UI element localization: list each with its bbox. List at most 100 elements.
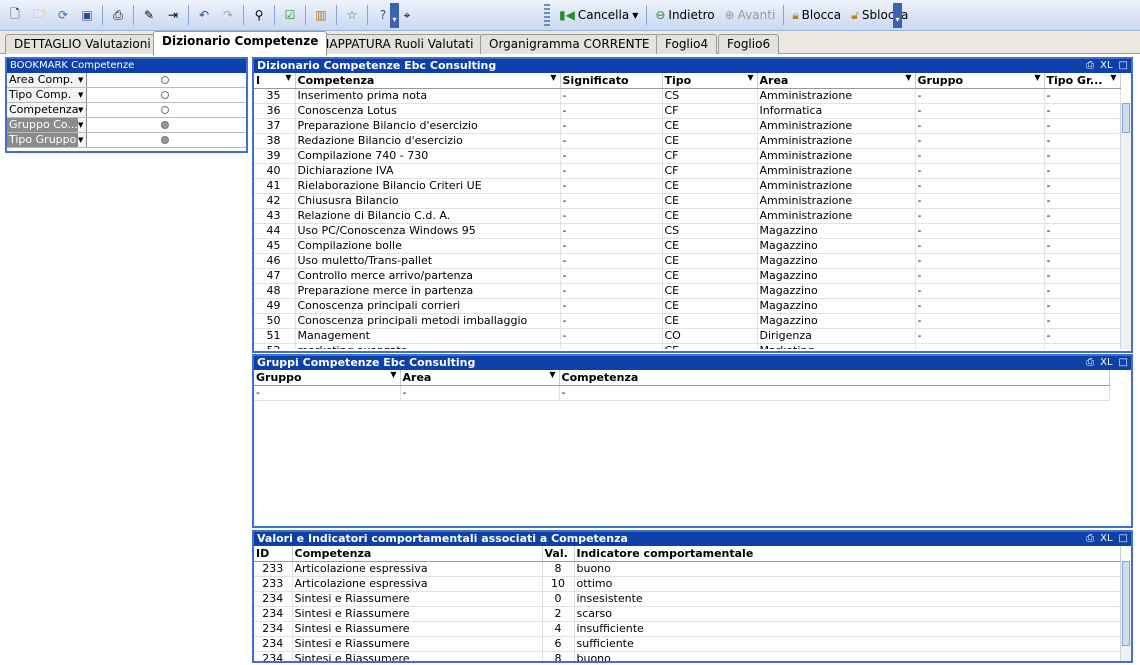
table-row[interactable]: 47 Controllo merce arrivo/partenza - CE Maga… bbox=[254, 268, 1121, 284]
sort-dropdown-icon[interactable]: ▼ bbox=[549, 370, 555, 379]
radio-icon[interactable] bbox=[161, 121, 169, 129]
chart-icon[interactable]: ▥ bbox=[310, 4, 332, 26]
export-xl-button[interactable]: XL bbox=[1100, 356, 1112, 370]
column-header[interactable]: Gruppo ▼ bbox=[254, 370, 401, 386]
reload-icon[interactable]: ⟳ bbox=[52, 4, 74, 26]
search-icon[interactable]: ⚲ bbox=[248, 4, 270, 26]
maximize-icon[interactable]: □ bbox=[1119, 532, 1128, 546]
column-header[interactable]: Tipo ▼ bbox=[662, 73, 758, 89]
scrollbar-thumb[interactable] bbox=[1122, 561, 1130, 646]
save-icon[interactable]: ▣ bbox=[76, 4, 98, 26]
back-button[interactable]: ⊖ Indietro bbox=[651, 4, 718, 26]
listbox-value[interactable] bbox=[87, 103, 246, 117]
print-icon[interactable]: ⎙ bbox=[1086, 59, 1094, 73]
check-icon[interactable]: ☑ bbox=[279, 4, 301, 26]
listbox-label[interactable]: Tipo Comp. ▼ bbox=[7, 88, 87, 102]
scrollbar-thumb[interactable] bbox=[1122, 103, 1130, 133]
table-row[interactable]: 36 Conoscenza Lotus - CF Informatica - - bbox=[254, 103, 1121, 119]
print-icon[interactable]: ⎙ bbox=[107, 4, 129, 26]
tab-organigramma[interactable]: Organigramma CORRENTE bbox=[480, 34, 659, 54]
tab-dettaglio-valutazioni[interactable]: DETTAGLIO Valutazioni bbox=[5, 34, 160, 54]
maximize-icon[interactable]: □ bbox=[1119, 59, 1128, 73]
table-row[interactable]: 44 Uso PC/Conoscenza Windows 95- CS Magazzi… bbox=[254, 223, 1121, 239]
chevron-down-icon[interactable]: ▼ bbox=[78, 103, 86, 117]
redo-icon[interactable]: ↷ bbox=[217, 4, 239, 26]
clear-button[interactable]: ▮◀ Cancella ▼ bbox=[555, 4, 642, 26]
table-row[interactable]: 234 Sintesi e Riassumere 0 insesistente bbox=[254, 591, 1121, 607]
table-row[interactable]: 234 Sintesi e Riassumere 4 insufficiente bbox=[254, 621, 1121, 637]
chevron-down-icon[interactable]: ▼ bbox=[78, 118, 86, 132]
listbox-value[interactable] bbox=[87, 73, 246, 87]
edit-icon[interactable]: ✎ bbox=[138, 4, 160, 26]
table-row[interactable]: --- bbox=[254, 385, 1110, 401]
listbox-label[interactable]: Gruppo Co... ▼ bbox=[7, 118, 87, 132]
valori-scrollbar[interactable] bbox=[1120, 561, 1131, 661]
table-row[interactable]: 43 Relazione di Bilancio C.d. A. - CE Ammini… bbox=[254, 208, 1121, 224]
sort-dropdown-icon[interactable]: ▼ bbox=[285, 73, 291, 82]
bookmark-row[interactable]: Gruppo Co... ▼ bbox=[7, 118, 246, 133]
sort-dropdown-icon[interactable]: ▼ bbox=[550, 73, 556, 82]
table-row[interactable]: 234 Sintesi e Riassumere 8 buono bbox=[254, 651, 1121, 661]
dizionario-scrollbar[interactable] bbox=[1120, 103, 1131, 349]
toolbar-overflow-button[interactable]: ▾ bbox=[893, 3, 902, 28]
forward-button[interactable]: ⊕ Avanti bbox=[721, 4, 780, 26]
column-header[interactable]: Area ▼ bbox=[757, 73, 916, 89]
table-row[interactable]: 234 Sintesi e Riassumere 2 scarso bbox=[254, 606, 1121, 622]
radio-icon[interactable] bbox=[161, 76, 169, 84]
sort-dropdown-icon[interactable]: ▼ bbox=[1034, 73, 1040, 82]
print-icon[interactable]: ⎙ bbox=[1086, 532, 1094, 546]
listbox-label[interactable]: Competenza ▼ bbox=[7, 103, 87, 117]
column-header[interactable]: Gruppo ▼ bbox=[915, 73, 1045, 89]
chevron-down-icon[interactable]: ▼ bbox=[78, 88, 86, 102]
table-row[interactable]: 49 Conoscenza principali corrieri - CE Magaz… bbox=[254, 298, 1121, 314]
undo-icon[interactable]: ↶ bbox=[193, 4, 215, 26]
table-row[interactable]: 48 Preparazione merce in partenza - CE Magaz… bbox=[254, 283, 1121, 299]
column-header[interactable]: Val. bbox=[542, 546, 575, 562]
export-xl-button[interactable]: XL bbox=[1100, 532, 1112, 546]
chevron-down-icon[interactable]: ▼ bbox=[78, 73, 86, 87]
print-icon[interactable]: ⎙ bbox=[1086, 356, 1094, 370]
listbox-value[interactable] bbox=[87, 133, 246, 147]
table-row[interactable]: 41 Rielaborazione Bilancio Criteri UE - CE A… bbox=[254, 178, 1121, 194]
column-header[interactable]: Competenza bbox=[292, 546, 543, 562]
open-folder-icon[interactable]: 🗀 bbox=[28, 4, 50, 26]
table-row[interactable]: 45 Compilazione bolle - CE Magazzino - - bbox=[254, 238, 1121, 254]
new-doc-icon[interactable]: 🗋 bbox=[4, 4, 26, 26]
bookmark-row[interactable]: Tipo Gruppo ▼ bbox=[7, 133, 246, 148]
table-row[interactable]: 234 Sintesi e Riassumere 6 sufficiente bbox=[254, 636, 1121, 652]
bookmark-row[interactable]: Area Comp. ▼ bbox=[7, 73, 246, 88]
star-icon[interactable]: ☆ bbox=[341, 4, 363, 26]
table-row[interactable]: 38 Redazione Bilancio d'esercizio - CE Ammin… bbox=[254, 133, 1121, 149]
column-header[interactable]: ID bbox=[254, 546, 293, 562]
table-row[interactable]: 46 Uso muletto/Trans-pallet - CE Magazzino - - bbox=[254, 253, 1121, 269]
column-header[interactable]: Competenza ▼ bbox=[295, 73, 561, 89]
listbox-value[interactable] bbox=[87, 88, 246, 102]
toolbar-grip[interactable] bbox=[544, 4, 550, 26]
chevron-down-icon[interactable]: ▼ bbox=[78, 133, 86, 147]
table-row[interactable]: 39 Compilazione 740 - 730- CF Amministrazio… bbox=[254, 148, 1121, 164]
table-row[interactable]: 50 Conoscenza principali metodi imballagg… bbox=[254, 313, 1121, 329]
table-row[interactable]: 233 Articolazione espressiva 8 buono bbox=[254, 561, 1121, 577]
listbox-value[interactable] bbox=[87, 118, 246, 132]
table-row[interactable]: 52marketing avanzato-CEMarketing-- bbox=[254, 343, 1121, 349]
table-row[interactable]: 42 Chiususra Bilancio - CE Amministrazione - - bbox=[254, 193, 1121, 209]
table-row[interactable]: 51 Management - CO Dirigenza - - bbox=[254, 328, 1121, 344]
maximize-icon[interactable]: □ bbox=[1119, 356, 1128, 370]
tab-foglio6[interactable]: Foglio6 bbox=[718, 34, 780, 54]
column-header[interactable]: Significato bbox=[560, 73, 663, 89]
column-header[interactable]: Indicatore comportamentale bbox=[574, 546, 1121, 562]
tab-dizionario-competenze[interactable]: Dizionario Competenze bbox=[153, 31, 328, 55]
bookmark-row[interactable]: Competenza ▼ bbox=[7, 103, 246, 118]
toolbar-overflow-button[interactable]: ▾ bbox=[390, 3, 399, 28]
sort-dropdown-icon[interactable]: ▼ bbox=[747, 73, 753, 82]
sort-dropdown-icon[interactable]: ▼ bbox=[390, 370, 396, 379]
bookmark-row[interactable]: Tipo Comp. ▼ bbox=[7, 88, 246, 103]
column-header[interactable]: Competenza bbox=[559, 370, 1110, 386]
table-row[interactable]: 40 Dichiarazione IVA - CF Amministrazione - - bbox=[254, 163, 1121, 179]
listbox-label[interactable]: Area Comp. ▼ bbox=[7, 73, 87, 87]
listbox-label[interactable]: Tipo Gruppo ▼ bbox=[7, 133, 87, 147]
table-row[interactable]: 37 Preparazione Bilancio d'esercizio - CE Am… bbox=[254, 118, 1121, 134]
sort-dropdown-icon[interactable]: ▼ bbox=[1110, 73, 1116, 82]
sort-dropdown-icon[interactable]: ▼ bbox=[905, 73, 911, 82]
tab-foglio4[interactable]: Foglio4 bbox=[656, 34, 718, 54]
